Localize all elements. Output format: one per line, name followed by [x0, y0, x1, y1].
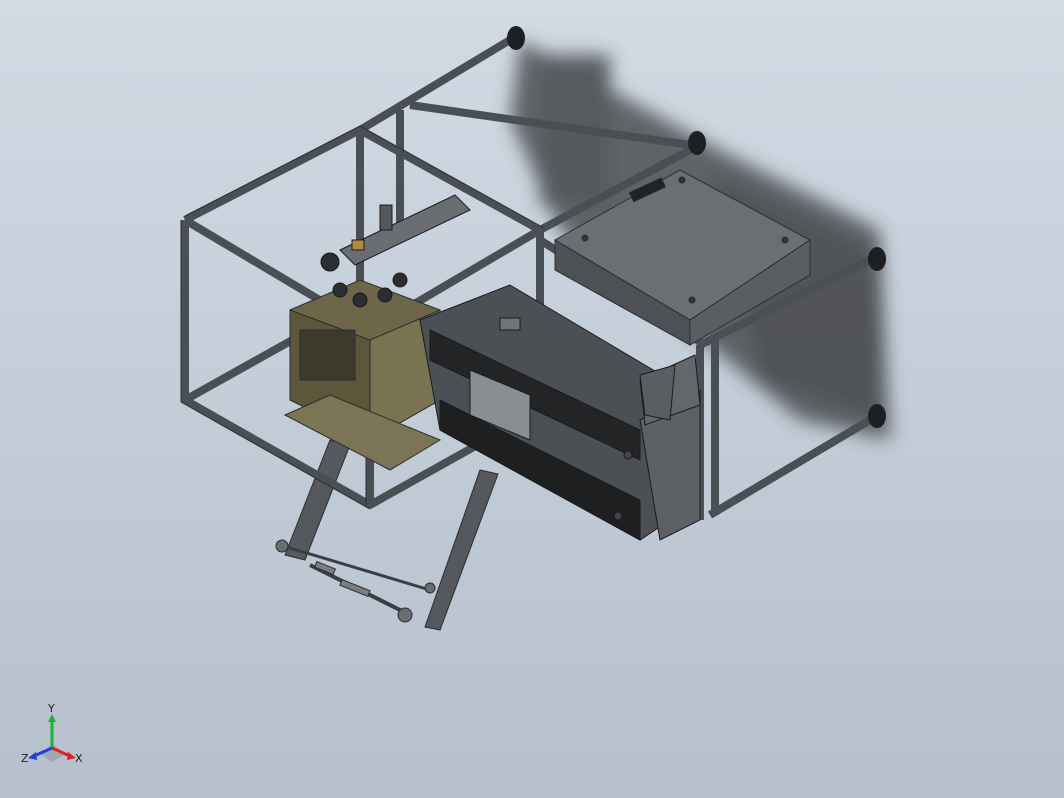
x-axis-label: X [75, 752, 83, 765]
y-axis-head [48, 714, 56, 722]
orientation-triad[interactable]: Y X Z [18, 700, 88, 770]
olive-chute [283, 279, 442, 471]
z-axis-head [28, 752, 37, 760]
y-axis-label: Y [47, 702, 55, 715]
cad-model-view[interactable] [0, 0, 1064, 798]
graphics-viewport[interactable]: Y X Z [0, 0, 1064, 798]
z-axis-label: Z [21, 752, 29, 765]
